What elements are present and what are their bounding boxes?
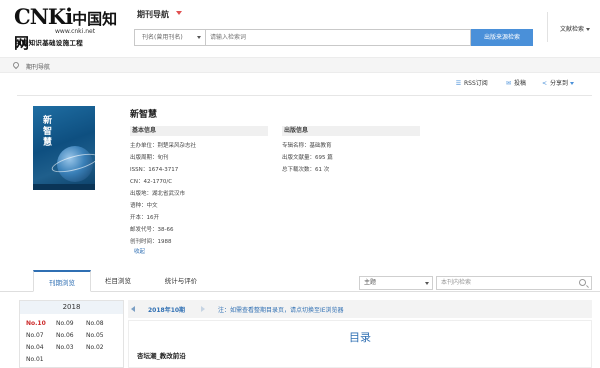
year-heading[interactable]: 2018: [20, 301, 123, 314]
issue-nav-bar: 2018年10期 注：如需查看整期目录页，请点切换至IE浏览器: [128, 300, 592, 318]
issue-link[interactable]: No.07: [26, 332, 44, 339]
source-search-button[interactable]: 出版来源检索: [471, 29, 533, 46]
info-language: 语种：中文: [130, 203, 158, 209]
issue-link[interactable]: No.01: [26, 356, 44, 363]
rss-icon: ☰: [455, 80, 462, 87]
issue-link[interactable]: No.05: [86, 332, 104, 339]
chevron-down-icon: [197, 36, 201, 39]
document-search-label: 文献检索: [560, 26, 585, 33]
topic-label: 主题: [364, 279, 377, 286]
info-founded: 创刊时间：1988: [130, 239, 172, 245]
rss-subscribe-button[interactable]: ☰ RSS订阅: [455, 78, 488, 87]
browser-note[interactable]: 注：如需查看整期目录页，请点切换至IE浏览器: [218, 305, 344, 314]
current-issue-label: 2018年10期: [148, 307, 186, 314]
topic-select[interactable]: 主题: [359, 276, 433, 290]
journal-toolbar: ☰ RSS订阅 ✉ 投稿 < 分享到: [0, 78, 600, 90]
table-of-contents: 目录 杏坛潮_教改前沿: [128, 320, 592, 368]
year-issue-list: 2018 No.10 No.09 No.08 No.07 No.06 No.05…: [19, 300, 124, 368]
cover-footer-band: [33, 184, 95, 190]
mail-icon: ✉: [505, 80, 512, 87]
info-sponsor: 主办单位：荆楚采风杂志社: [130, 143, 197, 149]
chevron-down-icon: [586, 28, 591, 31]
search-field-select[interactable]: 刊名(曾用刊名): [134, 29, 206, 46]
basic-info-heading: 基本信息: [130, 126, 268, 136]
journal-info-panel: 新智慧 新智慧 基本信息 主办单位：荆楚采风杂志社 出版周期：旬刊 ISSN：1…: [17, 95, 592, 260]
logo-latin: CNKi: [14, 4, 73, 29]
issue-link[interactable]: No.09: [56, 320, 74, 327]
info-issn: ISSN：1674-3717: [130, 167, 179, 173]
issue-link[interactable]: No.10: [26, 320, 46, 327]
location-pin-icon: [11, 60, 21, 70]
info-album: 专辑名称：基础教育: [282, 143, 332, 149]
nav-dropdown-arrow-icon[interactable]: [176, 11, 182, 15]
submit-label: 投稿: [514, 80, 527, 87]
info-cn: CN：42-1770/C: [130, 179, 173, 185]
top-header: CNKi中国知网 www.cnki.net 中国知识基础设施工程 期刊导航 刊名…: [0, 0, 600, 55]
rss-label: RSS订阅: [464, 80, 488, 87]
inner-search-input[interactable]: 本刊内检索: [436, 276, 592, 290]
info-frequency: 出版周期：旬刊: [130, 155, 169, 161]
tab-statistics[interactable]: 统计与评价: [150, 270, 212, 292]
logo-url: www.cnki.net: [55, 28, 96, 35]
inner-search-placeholder: 本刊内检索: [441, 279, 472, 286]
search-field-label: 刊名(曾用刊名): [142, 34, 183, 41]
info-download-count: 总下载次数：61 次: [282, 167, 330, 173]
info-format: 开本：16开: [130, 215, 159, 221]
pub-info-heading: 出版信息: [282, 126, 420, 136]
tab-issue-browse[interactable]: 刊期浏览: [33, 270, 91, 292]
previous-issue-icon[interactable]: [131, 306, 135, 312]
issue-link[interactable]: No.03: [56, 344, 74, 351]
header-divider: [547, 12, 548, 42]
column-heading: 杏坛潮_教改前沿: [137, 352, 186, 360]
cover-title: 新智慧: [41, 115, 51, 148]
cnki-logo[interactable]: CNKi中国知网 www.cnki.net 中国知识基础设施工程: [14, 4, 122, 53]
share-label: 分享到: [550, 80, 569, 87]
chevron-down-icon: [425, 282, 429, 285]
info-article-count: 出版文献量：695 篇: [282, 155, 333, 161]
submit-manuscript-button[interactable]: ✉ 投稿: [505, 78, 526, 87]
search-icon[interactable]: [579, 279, 586, 286]
document-search-link[interactable]: 文献检索: [560, 24, 591, 33]
tab-column-browse[interactable]: 栏目浏览: [93, 270, 143, 292]
breadcrumb: 期刊导航: [0, 57, 600, 73]
share-button[interactable]: < 分享到: [541, 78, 575, 87]
issue-link[interactable]: No.06: [56, 332, 74, 339]
info-postal-code: 邮发代号：38-66: [130, 227, 174, 233]
issue-link[interactable]: No.04: [26, 344, 44, 351]
share-icon: <: [541, 80, 548, 87]
issue-link[interactable]: No.08: [86, 320, 104, 327]
breadcrumb-item[interactable]: 期刊导航: [26, 62, 50, 71]
logo-subtitle: 中国知识基础设施工程: [15, 39, 83, 47]
chevron-down-icon: [570, 82, 575, 85]
journal-title: 新智慧: [130, 110, 158, 120]
search-input[interactable]: [206, 29, 471, 46]
next-issue-icon[interactable]: [201, 306, 205, 312]
journal-navigation-menu[interactable]: 期刊导航: [137, 9, 169, 20]
info-location: 出版地：湖北省武汉市: [130, 191, 186, 197]
issue-link[interactable]: No.02: [86, 344, 104, 351]
toc-title: 目录: [349, 331, 371, 344]
collapse-link[interactable]: 收起: [134, 247, 145, 255]
journal-cover-image: 新智慧: [33, 106, 95, 190]
